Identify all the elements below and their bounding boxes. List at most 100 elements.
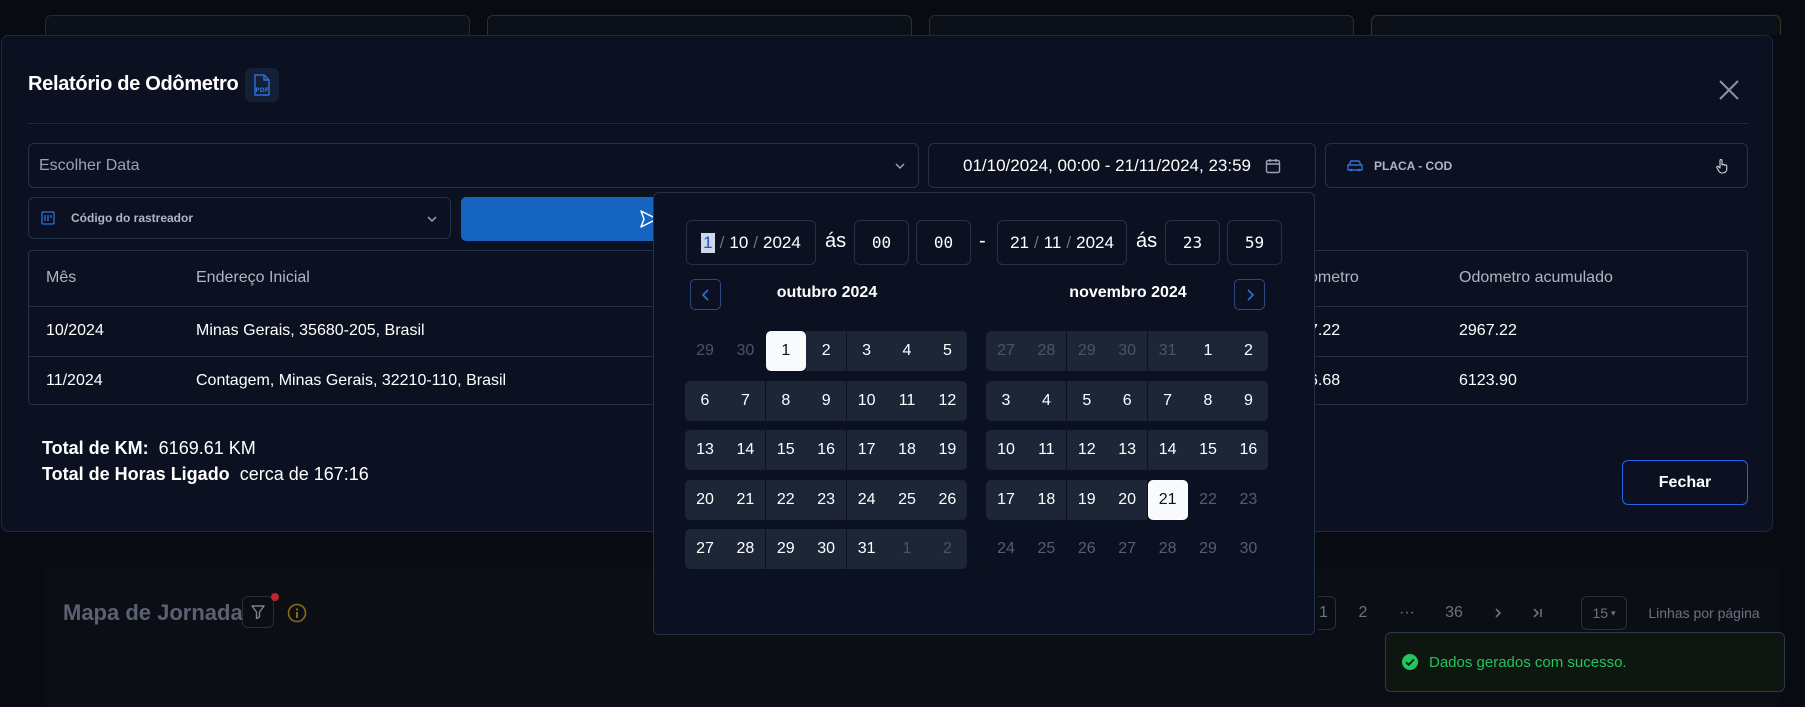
start-hour-input[interactable]: 00 bbox=[854, 220, 909, 265]
calendar-day[interactable]: 12 bbox=[927, 381, 968, 421]
calendar-day[interactable]: 25 bbox=[887, 480, 927, 520]
calendar-day[interactable]: 4 bbox=[887, 331, 927, 371]
calendar-day[interactable]: 5 bbox=[927, 331, 968, 371]
calendar-day[interactable]: 8 bbox=[1188, 381, 1228, 421]
close-icon[interactable] bbox=[1715, 76, 1743, 104]
plate-select[interactable]: PLACA - COD bbox=[1325, 143, 1748, 188]
start-minute-input[interactable]: 00 bbox=[916, 220, 971, 265]
pagination-next-button[interactable] bbox=[1484, 596, 1512, 630]
close-button[interactable]: Fechar bbox=[1622, 460, 1748, 505]
calendar-day[interactable]: 21 bbox=[725, 480, 766, 520]
calendar-day[interactable]: 27 bbox=[986, 331, 1026, 371]
calendar-day[interactable]: 31 bbox=[1147, 331, 1188, 371]
calendar-day[interactable]: 3 bbox=[846, 331, 887, 371]
start-month-segment[interactable]: 10 bbox=[729, 233, 748, 253]
calendar-day[interactable]: 24 bbox=[846, 480, 887, 520]
calendar-day[interactable]: 15 bbox=[765, 430, 806, 470]
pagination-page-1[interactable]: 1 bbox=[1318, 596, 1336, 630]
calendar-day[interactable]: 11 bbox=[1026, 430, 1067, 470]
calendar-day[interactable]: 27 bbox=[685, 529, 725, 569]
calendar-day[interactable]: 21 bbox=[1147, 480, 1188, 520]
end-minute-input[interactable]: 59 bbox=[1227, 220, 1282, 265]
rows-per-page-select[interactable]: 15 ▾ bbox=[1581, 596, 1627, 630]
previous-month-button[interactable] bbox=[690, 279, 721, 310]
calendar-day[interactable]: 28 bbox=[1147, 529, 1188, 569]
tracker-code-select[interactable]: Código do rastreador bbox=[28, 197, 451, 239]
calendar-day[interactable]: 20 bbox=[1107, 480, 1148, 520]
calendar-day[interactable]: 28 bbox=[1026, 331, 1067, 371]
calendar-day[interactable]: 29 bbox=[1066, 331, 1107, 371]
date-range-field[interactable]: 01/10/2024, 00:00 - 21/11/2024, 23:59 bbox=[928, 143, 1316, 188]
calendar-day[interactable]: 23 bbox=[806, 480, 847, 520]
calendar-day[interactable]: 14 bbox=[725, 430, 766, 470]
calendar-day[interactable]: 26 bbox=[927, 480, 968, 520]
calendar-day[interactable]: 23 bbox=[1228, 480, 1269, 520]
calendar-day[interactable]: 16 bbox=[806, 430, 847, 470]
calendar-day[interactable]: 18 bbox=[887, 430, 927, 470]
generate-report-button[interactable] bbox=[461, 197, 671, 241]
calendar-day[interactable]: 7 bbox=[725, 381, 766, 421]
pagination-last-button[interactable] bbox=[1524, 596, 1552, 630]
start-day-segment[interactable]: 1 bbox=[701, 232, 715, 253]
calendar-day[interactable]: 11 bbox=[887, 381, 927, 421]
calendar-day[interactable]: 24 bbox=[986, 529, 1026, 569]
calendar-day[interactable]: 26 bbox=[1066, 529, 1107, 569]
calendar-day[interactable]: 3 bbox=[986, 381, 1026, 421]
end-date-input[interactable]: 21/11/2024 bbox=[997, 220, 1127, 265]
date-preset-select[interactable]: Escolher Data bbox=[28, 143, 919, 188]
pagination-page-36[interactable]: 36 bbox=[1436, 596, 1472, 630]
calendar-day[interactable]: 13 bbox=[685, 430, 725, 470]
calendar-day[interactable]: 22 bbox=[765, 480, 806, 520]
calendar-day[interactable]: 19 bbox=[1066, 480, 1107, 520]
calendar-day[interactable]: 29 bbox=[685, 331, 725, 371]
calendar-day[interactable]: 17 bbox=[846, 430, 887, 470]
calendar-day[interactable]: 27 bbox=[1107, 529, 1148, 569]
calendar-day[interactable]: 10 bbox=[986, 430, 1026, 470]
calendar-day[interactable]: 30 bbox=[806, 529, 847, 569]
calendar-day[interactable]: 20 bbox=[685, 480, 725, 520]
calendar-day[interactable]: 5 bbox=[1066, 381, 1107, 421]
filter-button[interactable] bbox=[242, 596, 274, 628]
calendar-day[interactable]: 30 bbox=[1228, 529, 1269, 569]
calendar-day[interactable]: 31 bbox=[846, 529, 887, 569]
calendar-day[interactable]: 9 bbox=[806, 381, 847, 421]
calendar-day[interactable]: 6 bbox=[685, 381, 725, 421]
calendar-day[interactable]: 1 bbox=[765, 331, 806, 371]
calendar-day[interactable]: 30 bbox=[725, 331, 766, 371]
calendar-day[interactable]: 2 bbox=[927, 529, 968, 569]
calendar-day[interactable]: 1 bbox=[1188, 331, 1228, 371]
calendar-day[interactable]: 15 bbox=[1188, 430, 1228, 470]
start-year-segment[interactable]: 2024 bbox=[763, 233, 801, 253]
calendar-day[interactable]: 16 bbox=[1228, 430, 1269, 470]
calendar-day[interactable]: 30 bbox=[1107, 331, 1148, 371]
calendar-day[interactable]: 14 bbox=[1147, 430, 1188, 470]
end-month-segment[interactable]: 11 bbox=[1044, 233, 1062, 253]
calendar-day[interactable]: 7 bbox=[1147, 381, 1188, 421]
start-date-input[interactable]: 1/10/2024 bbox=[686, 220, 816, 265]
calendar-day[interactable]: 22 bbox=[1188, 480, 1228, 520]
calendar-day[interactable]: 17 bbox=[986, 480, 1026, 520]
calendar-day[interactable]: 29 bbox=[765, 529, 806, 569]
pagination-page-2[interactable]: 2 bbox=[1348, 596, 1378, 630]
calendar-day[interactable]: 2 bbox=[1228, 331, 1269, 371]
calendar-day[interactable]: 18 bbox=[1026, 480, 1067, 520]
export-pdf-button[interactable]: PDF bbox=[245, 68, 279, 102]
calendar-day[interactable]: 1 bbox=[887, 529, 927, 569]
calendar-day[interactable]: 13 bbox=[1107, 430, 1148, 470]
calendar-day[interactable]: 12 bbox=[1066, 430, 1107, 470]
calendar-day[interactable]: 6 bbox=[1107, 381, 1148, 421]
end-hour-input[interactable]: 23 bbox=[1165, 220, 1220, 265]
end-day-segment[interactable]: 21 bbox=[1010, 233, 1029, 253]
calendar-day[interactable]: 10 bbox=[846, 381, 887, 421]
next-month-button[interactable] bbox=[1234, 279, 1265, 310]
calendar-day[interactable]: 9 bbox=[1228, 381, 1269, 421]
calendar-day[interactable]: 2 bbox=[806, 331, 847, 371]
calendar-day[interactable]: 25 bbox=[1026, 529, 1067, 569]
calendar-day[interactable]: 19 bbox=[927, 430, 968, 470]
calendar-day[interactable]: 4 bbox=[1026, 381, 1067, 421]
end-year-segment[interactable]: 2024 bbox=[1076, 233, 1114, 253]
calendar-day[interactable]: 29 bbox=[1188, 529, 1228, 569]
calendar-day[interactable]: 8 bbox=[765, 381, 806, 421]
calendar-day[interactable]: 28 bbox=[725, 529, 766, 569]
info-icon[interactable] bbox=[287, 603, 307, 623]
